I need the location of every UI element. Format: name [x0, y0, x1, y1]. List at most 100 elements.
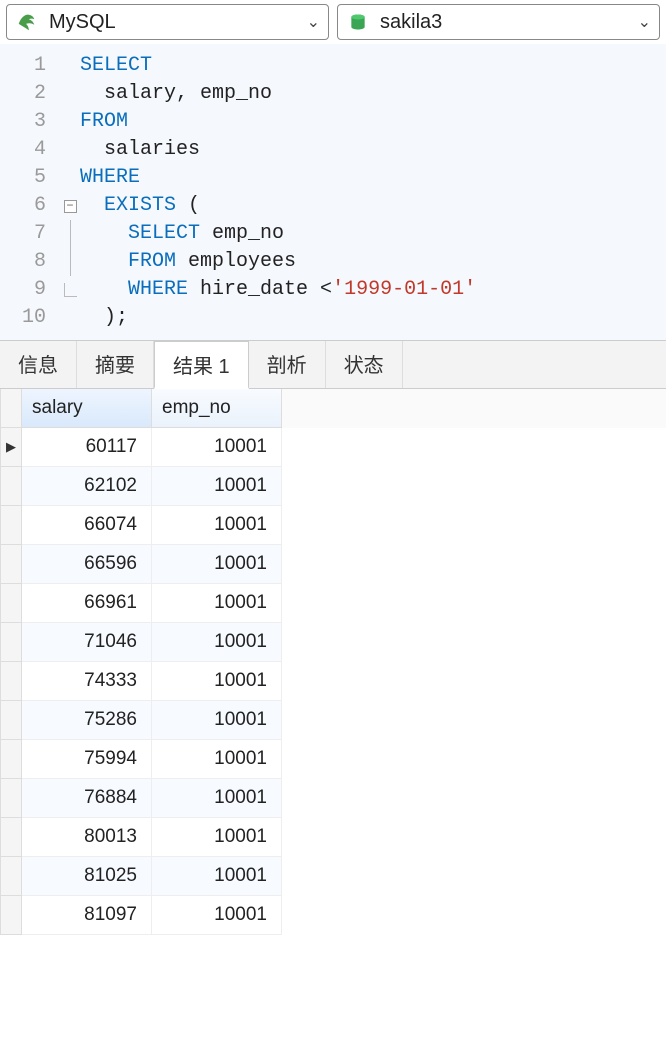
- fold-toggle-icon[interactable]: −: [64, 200, 77, 213]
- table-row[interactable]: 7599410001: [0, 740, 666, 779]
- code-line[interactable]: 9 WHERE hire_date <'1999-01-01': [0, 276, 666, 304]
- cell[interactable]: 74333: [22, 662, 152, 701]
- cell[interactable]: 66961: [22, 584, 152, 623]
- chevron-down-icon: ⌄: [638, 12, 651, 32]
- row-indicator: [0, 896, 22, 935]
- code-text[interactable]: salary, emp_no: [80, 80, 272, 108]
- fold-gutter[interactable]: −: [60, 200, 80, 213]
- cell[interactable]: 66074: [22, 506, 152, 545]
- line-number: 4: [0, 136, 60, 164]
- connection-label: MySQL: [49, 11, 307, 34]
- cell[interactable]: 10001: [152, 623, 282, 662]
- cell[interactable]: 81097: [22, 896, 152, 935]
- cell[interactable]: 66596: [22, 545, 152, 584]
- cell[interactable]: 81025: [22, 857, 152, 896]
- column-header[interactable]: salary: [22, 389, 152, 428]
- column-header[interactable]: emp_no: [152, 389, 282, 428]
- result-tabs: 信息摘要结果 1剖析状态: [0, 340, 666, 389]
- results-grid: salaryemp_no ▶60117100016210210001660741…: [0, 389, 666, 935]
- code-text[interactable]: SELECT: [80, 52, 152, 80]
- table-row[interactable]: 8109710001: [0, 896, 666, 935]
- cell[interactable]: 10001: [152, 779, 282, 818]
- fold-gutter: [60, 220, 80, 248]
- table-row[interactable]: 6607410001: [0, 506, 666, 545]
- row-indicator: [0, 857, 22, 896]
- code-line[interactable]: 5 WHERE: [0, 164, 666, 192]
- code-line[interactable]: 7 SELECT emp_no: [0, 220, 666, 248]
- cell[interactable]: 71046: [22, 623, 152, 662]
- tab-1[interactable]: 摘要: [77, 341, 154, 388]
- cell[interactable]: 10001: [152, 545, 282, 584]
- code-line[interactable]: 3 FROM: [0, 108, 666, 136]
- cell[interactable]: 10001: [152, 584, 282, 623]
- cell[interactable]: 10001: [152, 740, 282, 779]
- cell[interactable]: 62102: [22, 467, 152, 506]
- table-row[interactable]: 7104610001: [0, 623, 666, 662]
- code-text[interactable]: );: [80, 304, 128, 332]
- code-text[interactable]: FROM: [80, 108, 128, 136]
- fold-gutter: [60, 283, 80, 297]
- code-text[interactable]: WHERE: [80, 164, 140, 192]
- grid-body: ▶601171000162102100016607410001665961000…: [0, 428, 666, 935]
- row-indicator: [0, 701, 22, 740]
- table-row[interactable]: 7433310001: [0, 662, 666, 701]
- cell[interactable]: 10001: [152, 701, 282, 740]
- cell[interactable]: 76884: [22, 779, 152, 818]
- table-row[interactable]: 8102510001: [0, 857, 666, 896]
- grid-header: salaryemp_no: [0, 389, 666, 428]
- tab-4[interactable]: 状态: [326, 341, 403, 388]
- tab-0[interactable]: 信息: [0, 341, 77, 388]
- table-row[interactable]: ▶6011710001: [0, 428, 666, 467]
- row-indicator: ▶: [0, 428, 22, 467]
- cell[interactable]: 10001: [152, 662, 282, 701]
- database-label: sakila3: [380, 11, 638, 34]
- cell[interactable]: 10001: [152, 857, 282, 896]
- table-row[interactable]: 8001310001: [0, 818, 666, 857]
- table-row[interactable]: 6696110001: [0, 584, 666, 623]
- database-icon: [346, 10, 370, 34]
- code-text[interactable]: WHERE hire_date <'1999-01-01': [80, 276, 476, 304]
- top-bar: MySQL ⌄ sakila3 ⌄: [0, 0, 666, 44]
- row-indicator: [0, 740, 22, 779]
- table-row[interactable]: 6659610001: [0, 545, 666, 584]
- code-line[interactable]: 10 );: [0, 304, 666, 332]
- line-number: 1: [0, 52, 60, 80]
- table-row[interactable]: 7688410001: [0, 779, 666, 818]
- cell[interactable]: 80013: [22, 818, 152, 857]
- row-indicator: [0, 545, 22, 584]
- code-line[interactable]: 6− EXISTS (: [0, 192, 666, 220]
- row-indicator: [0, 623, 22, 662]
- code-line[interactable]: 8 FROM employees: [0, 248, 666, 276]
- line-number: 3: [0, 108, 60, 136]
- row-indicator: [0, 818, 22, 857]
- code-text[interactable]: salaries: [80, 136, 200, 164]
- line-number: 5: [0, 164, 60, 192]
- tab-2[interactable]: 结果 1: [154, 341, 249, 389]
- code-line[interactable]: 2 salary, emp_no: [0, 80, 666, 108]
- code-line[interactable]: 4 salaries: [0, 136, 666, 164]
- tab-3[interactable]: 剖析: [249, 341, 326, 388]
- database-dropdown[interactable]: sakila3 ⌄: [337, 4, 660, 40]
- line-number: 6: [0, 192, 60, 220]
- row-indicator: [0, 467, 22, 506]
- table-row[interactable]: 6210210001: [0, 467, 666, 506]
- sql-editor[interactable]: 1SELECT2 salary, emp_no3FROM4 salaries5W…: [0, 44, 666, 340]
- cell[interactable]: 75994: [22, 740, 152, 779]
- code-text[interactable]: EXISTS (: [80, 192, 200, 220]
- cell[interactable]: 10001: [152, 896, 282, 935]
- cell[interactable]: 10001: [152, 506, 282, 545]
- code-text[interactable]: SELECT emp_no: [80, 220, 284, 248]
- row-indicator: [0, 779, 22, 818]
- code-line[interactable]: 1 SELECT: [0, 52, 666, 80]
- cell[interactable]: 10001: [152, 467, 282, 506]
- cell[interactable]: 10001: [152, 428, 282, 467]
- code-text[interactable]: FROM employees: [80, 248, 296, 276]
- connection-dropdown[interactable]: MySQL ⌄: [6, 4, 329, 40]
- cell[interactable]: 60117: [22, 428, 152, 467]
- cell[interactable]: 10001: [152, 818, 282, 857]
- cell[interactable]: 75286: [22, 701, 152, 740]
- line-number: 9: [0, 276, 60, 304]
- line-number: 2: [0, 80, 60, 108]
- line-number: 7: [0, 220, 60, 248]
- table-row[interactable]: 7528610001: [0, 701, 666, 740]
